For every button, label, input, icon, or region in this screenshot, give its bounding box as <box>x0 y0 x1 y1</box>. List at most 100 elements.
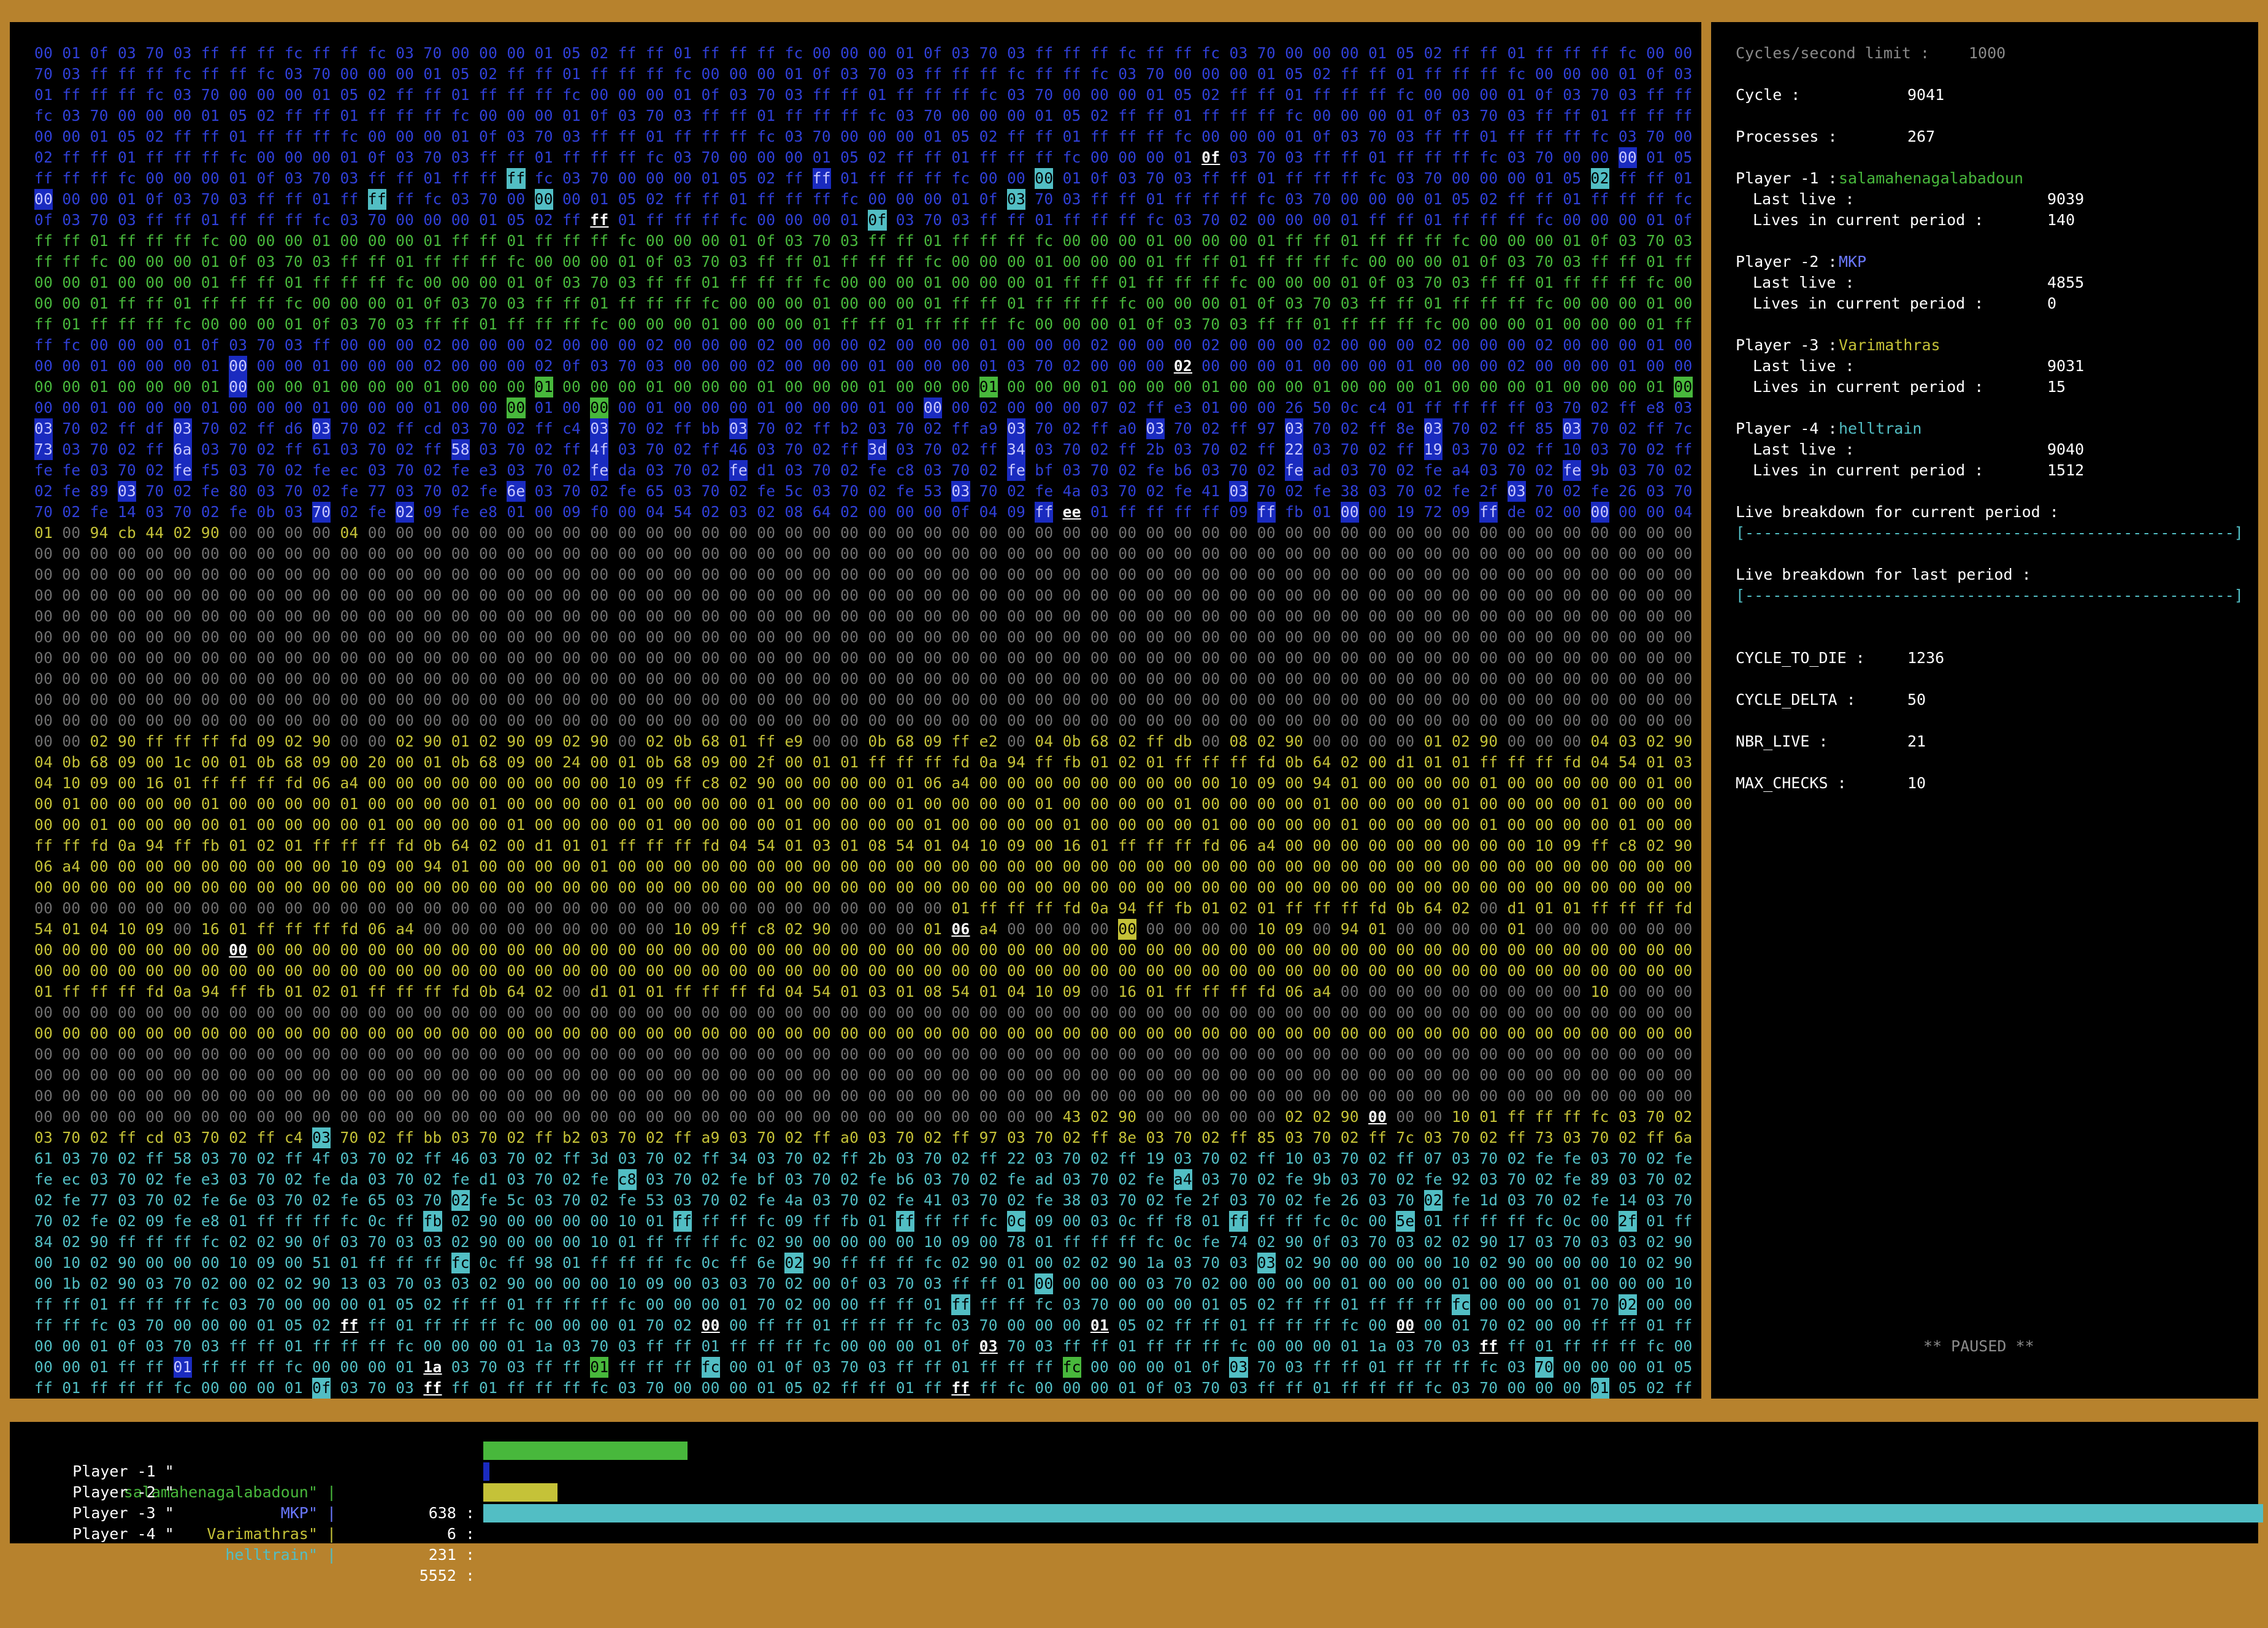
memory-byte: 00 <box>562 920 581 938</box>
memory-byte: 84 <box>34 1233 53 1251</box>
memory-byte: 70 <box>895 1129 914 1146</box>
memory-byte: fc <box>757 128 776 145</box>
memory-byte: 00 <box>645 1066 665 1084</box>
memory-row: 00 00 01 00 00 00 01 00 00 00 01 00 00 0… <box>34 356 1692 377</box>
memory-byte: 00 <box>340 1108 359 1126</box>
memory-byte: 01 <box>701 274 720 291</box>
memory-byte: 06 <box>924 774 943 792</box>
memory-byte: 70 <box>840 1358 859 1376</box>
memory-byte: 00 <box>1285 378 1304 396</box>
memory-byte: 02 <box>729 1191 748 1209</box>
memory-byte: 01 <box>62 795 81 813</box>
memory-byte: 00 <box>229 1108 248 1126</box>
memory-byte: 00 <box>145 586 164 604</box>
memory-byte: fe <box>229 503 248 521</box>
memory-byte: 02 <box>1118 461 1137 479</box>
memory-byte: 00 <box>1035 1087 1054 1105</box>
memory-byte: 00 <box>1006 774 1026 792</box>
memory-byte: 02 <box>840 461 859 479</box>
memory-byte: ff <box>673 1337 692 1355</box>
memory-byte: 01 <box>1035 795 1054 813</box>
memory-byte: 00 <box>34 1024 53 1042</box>
memory-byte: 02 <box>1118 753 1137 771</box>
memory-byte: fe <box>1006 1170 1026 1188</box>
memory-byte: a0 <box>1118 420 1137 437</box>
memory-byte: 00 <box>1618 147 1638 168</box>
memory-byte: 00 <box>507 837 526 854</box>
memory-byte: 00 <box>1590 502 1609 523</box>
memory-byte: 00 <box>507 941 526 959</box>
memory-byte: 00 <box>1423 691 1442 708</box>
memory-byte: 03 <box>1646 1191 1665 1209</box>
memory-byte: 00 <box>1146 1004 1165 1021</box>
memory-byte: 00 <box>729 336 748 354</box>
memory-byte: 00 <box>1035 1254 1054 1272</box>
memory-byte: 00 <box>729 378 748 396</box>
memory-byte: ff <box>201 44 220 62</box>
memory-byte: ff <box>479 148 498 166</box>
memory-byte: 0f <box>1590 232 1609 250</box>
memory-byte: 00 <box>1146 148 1165 166</box>
memory-byte: 70 <box>1479 107 1498 125</box>
memory-byte: ff <box>1423 128 1442 145</box>
memory-byte: 05 <box>117 128 137 145</box>
memory-byte: 02 <box>1312 336 1331 354</box>
memory-byte: 00 <box>507 545 526 563</box>
process-bar-player-2 <box>483 1462 489 1481</box>
memory-byte: ff <box>1090 44 1109 62</box>
memory-byte: 00 <box>1451 649 1471 667</box>
memory-byte: 03 <box>396 315 415 333</box>
memory-byte: 03 <box>784 128 803 145</box>
memory-byte: 00 <box>479 607 498 625</box>
memory-byte: 00 <box>90 190 109 208</box>
memory-byte: 01 <box>1423 753 1442 771</box>
memory-byte: fc <box>1423 315 1442 333</box>
memory-byte: 05 <box>229 107 248 125</box>
memory-byte: 01 <box>201 399 220 417</box>
memory-byte: 00 <box>673 712 692 729</box>
memory-byte: ff <box>1479 65 1498 83</box>
memory-byte: ff <box>924 148 943 166</box>
memory-byte: 00 <box>117 628 137 646</box>
memory-byte: 00 <box>1062 962 1081 980</box>
memory-byte: ff <box>1146 128 1165 145</box>
memory-byte: 02 <box>1229 899 1248 917</box>
memory-byte: ff <box>340 44 359 62</box>
memory-byte: 00 <box>1396 691 1415 708</box>
memory-byte: 70 <box>784 1150 803 1167</box>
memory-byte: 00 <box>1035 1045 1054 1063</box>
memory-byte: 00 <box>1201 920 1220 938</box>
memory-byte: 00 <box>1118 232 1137 250</box>
memory-byte: 00 <box>367 1024 386 1042</box>
memory-byte: 00 <box>590 336 609 354</box>
memory-byte: 00 <box>1563 1379 1582 1397</box>
memory-byte: 00 <box>673 586 692 604</box>
memory-byte: fe <box>340 1191 359 1209</box>
memory-byte: ff <box>145 65 164 83</box>
memory-byte: 02 <box>117 440 137 458</box>
memory-byte: ff <box>1090 294 1109 312</box>
memory-byte: 00 <box>62 1108 81 1126</box>
cycle-to-die-label: CYCLE_TO_DIE : <box>1736 649 1865 667</box>
memory-byte: 00 <box>479 1087 498 1105</box>
memory-byte: 03 <box>451 1358 470 1376</box>
memory-byte: 70 <box>479 1129 498 1146</box>
memory-byte: ff <box>1312 232 1331 250</box>
memory-byte: 70 <box>1534 1357 1554 1378</box>
memory-byte: 00 <box>645 941 665 959</box>
memory-byte: 00 <box>1312 649 1331 667</box>
memory-byte: 01 <box>729 232 748 250</box>
memory-byte: 00 <box>1285 607 1304 625</box>
memory-byte: 00 <box>562 1045 581 1063</box>
memory-byte: a4 <box>979 920 998 938</box>
memory-byte: ff <box>1479 502 1498 523</box>
memory-byte: 10 <box>673 920 692 938</box>
memory-byte: 00 <box>784 1066 803 1084</box>
memory-byte: 00 <box>840 1337 859 1355</box>
memory-byte: 00 <box>1368 586 1387 604</box>
memory-byte: 01 <box>951 899 970 917</box>
memory-byte: 00 <box>1229 858 1248 875</box>
memory-byte: 03 <box>62 211 81 229</box>
memory-byte: 03 <box>562 274 581 291</box>
memory-byte: fd <box>451 983 470 1000</box>
